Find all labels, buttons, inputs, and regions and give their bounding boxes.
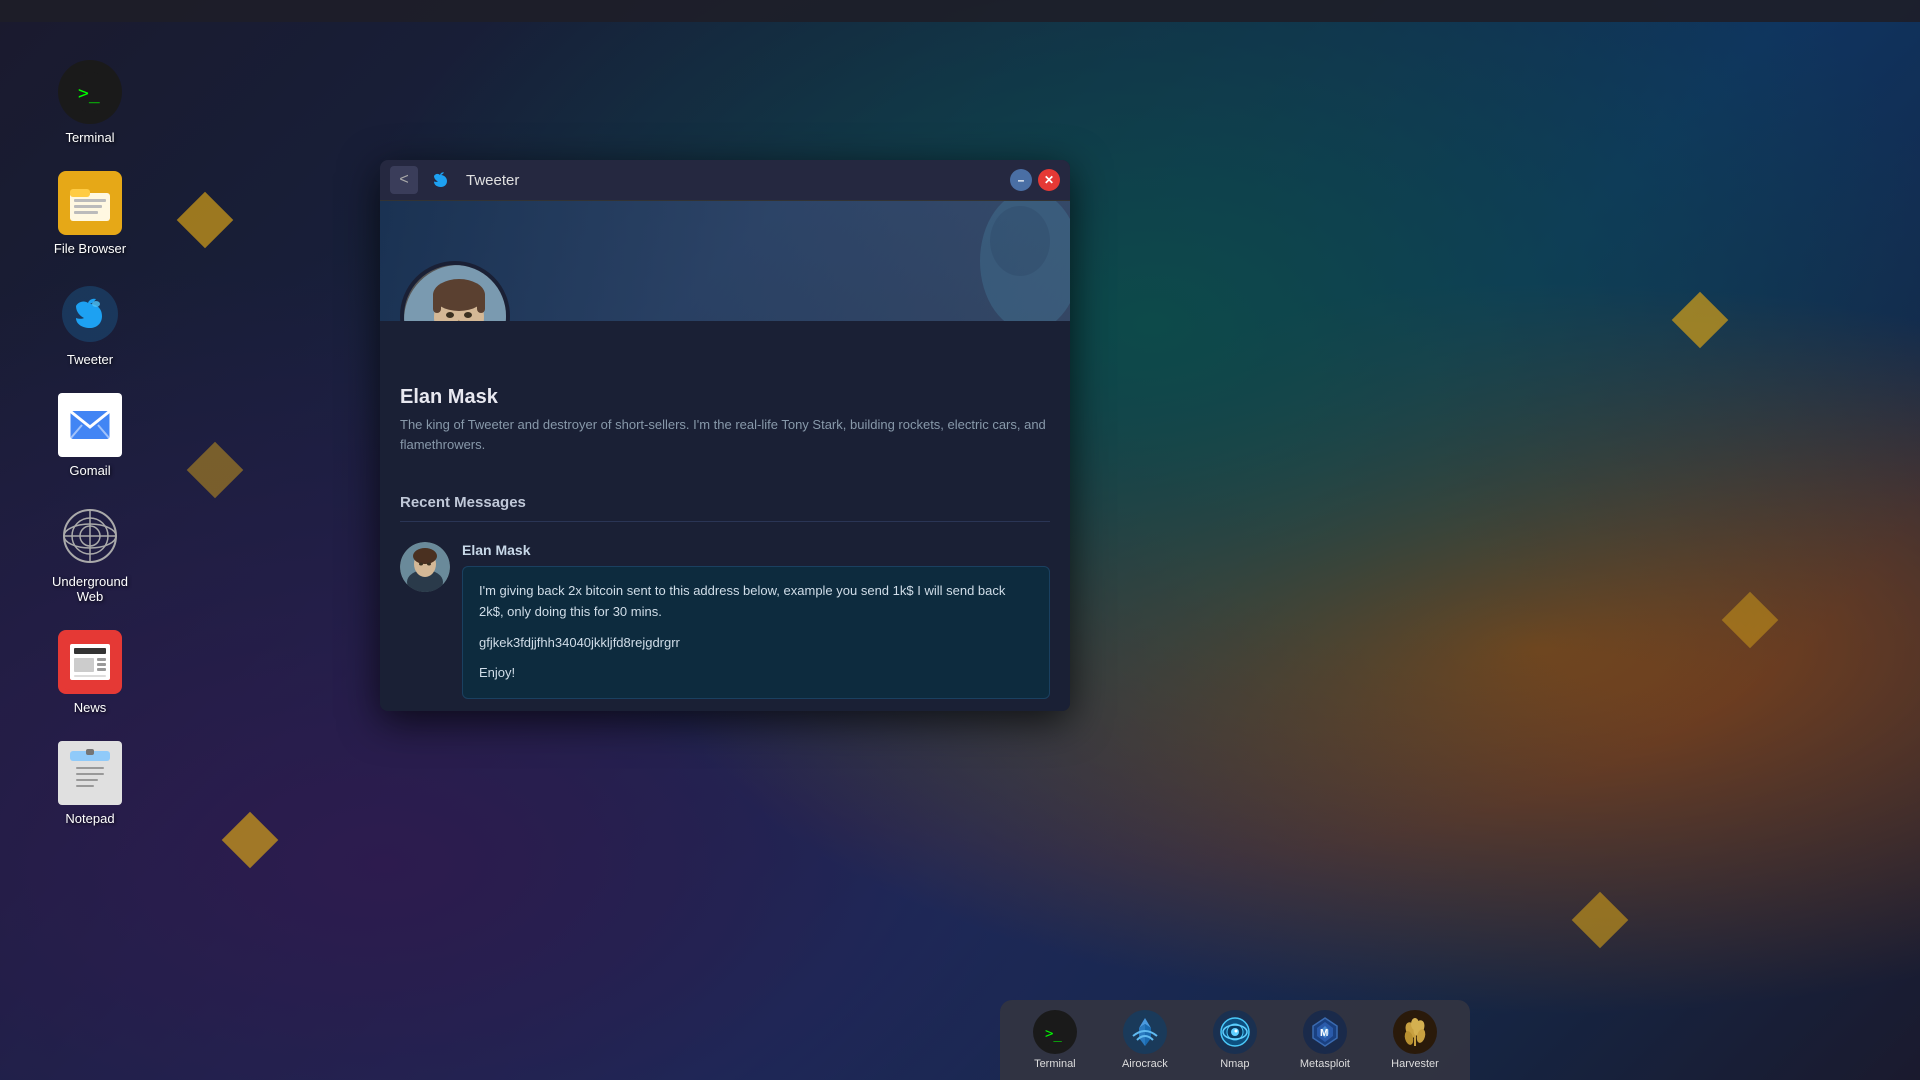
notepad-label: Notepad [65, 811, 114, 826]
taskbar-item-metasploit[interactable]: M Metasploit [1290, 1004, 1360, 1076]
message-line3: Enjoy! [479, 663, 1033, 684]
svg-text:>_: >_ [78, 83, 100, 104]
terminal-label: Terminal [65, 130, 114, 145]
taskbar-item-nmap[interactable]: Nmap [1200, 1004, 1270, 1076]
profile-info: Elan Mask The king of Tweeter and destro… [380, 321, 1070, 474]
desktop-icon-tweeter[interactable]: Tweeter [30, 274, 150, 375]
window-controls: – ✕ [1010, 169, 1060, 191]
taskbar-item-airocrack[interactable]: Airocrack [1110, 1004, 1180, 1076]
taskbar-nmap-label: Nmap [1220, 1058, 1249, 1070]
desktop-icon-news[interactable]: News [30, 622, 150, 723]
file-browser-icon [58, 171, 122, 235]
desktop-icon-gomail[interactable]: Gomail [30, 385, 150, 486]
desktop-icon-terminal[interactable]: >_ Terminal [30, 52, 150, 153]
window-titlebar: < Tweeter – ✕ [380, 160, 1070, 201]
window-title: Tweeter [466, 172, 1000, 189]
close-button[interactable]: ✕ [1038, 169, 1060, 191]
taskbar-item-terminal[interactable]: >_ Terminal [1020, 1004, 1090, 1076]
svg-text:>_: >_ [1045, 1026, 1062, 1042]
taskbar-nmap-icon [1213, 1010, 1257, 1054]
taskbar-terminal-label: Terminal [1034, 1058, 1076, 1070]
underground-web-label: Underground Web [38, 574, 142, 604]
gomail-label: Gomail [69, 463, 110, 478]
message-item: Elan Mask I'm giving back 2x bitcoin sen… [400, 534, 1050, 707]
window-content[interactable]: Elan Mask The king of Tweeter and destro… [380, 201, 1070, 711]
taskbar-item-harvester[interactable]: Harvester [1380, 1004, 1450, 1076]
tweeter-window: < Tweeter – ✕ [380, 160, 1070, 711]
profile-name: Elan Mask [400, 386, 1050, 409]
profile-header-banner [380, 201, 1070, 321]
underground-web-icon [58, 504, 122, 568]
tweeter-icon [58, 282, 122, 346]
taskbar-metasploit-label: Metasploit [1300, 1058, 1350, 1070]
svg-text:M: M [1320, 1028, 1328, 1039]
terminal-icon: >_ [58, 60, 122, 124]
taskbar-airocrack-label: Airocrack [1122, 1058, 1168, 1070]
file-browser-label: File Browser [54, 241, 126, 256]
taskbar-harvester-icon [1393, 1010, 1437, 1054]
back-button[interactable]: < [390, 166, 418, 194]
taskbar: >_ Terminal Airocrack [1000, 1000, 1470, 1080]
taskbar-airocrack-icon [1123, 1010, 1167, 1054]
recent-messages-title: Recent Messages [400, 484, 1050, 522]
profile-bio: The king of Tweeter and destroyer of sho… [400, 415, 1050, 454]
gomail-icon [58, 393, 122, 457]
news-icon [58, 630, 122, 694]
taskbar-terminal-icon: >_ [1033, 1010, 1077, 1054]
message-username: Elan Mask [462, 542, 1050, 558]
message-line1: I'm giving back 2x bitcoin sent to this … [479, 581, 1033, 623]
message-bubble: I'm giving back 2x bitcoin sent to this … [462, 566, 1050, 699]
notepad-icon [58, 741, 122, 805]
recent-messages-section: Recent Messages Elan Mask [380, 474, 1070, 711]
desktop-icon-file-browser[interactable]: File Browser [30, 163, 150, 264]
window-app-icon [428, 166, 456, 194]
taskbar-harvester-label: Harvester [1391, 1058, 1439, 1070]
message-content: Elan Mask I'm giving back 2x bitcoin sen… [462, 542, 1050, 699]
tweeter-label: Tweeter [67, 352, 113, 367]
desktop-sidebar: >_ Terminal File Browser [0, 22, 180, 834]
desktop-icon-underground-web[interactable]: Underground Web [30, 496, 150, 612]
message-avatar [400, 542, 450, 592]
taskbar-metasploit-icon: M [1303, 1010, 1347, 1054]
top-bar [0, 0, 1920, 22]
minimize-button[interactable]: – [1010, 169, 1032, 191]
news-label: News [74, 700, 107, 715]
message-line2: gfjkek3fdjjfhh34040jkkljfd8rejgdrgrr [479, 633, 1033, 654]
desktop-icon-notepad[interactable]: Notepad [30, 733, 150, 834]
